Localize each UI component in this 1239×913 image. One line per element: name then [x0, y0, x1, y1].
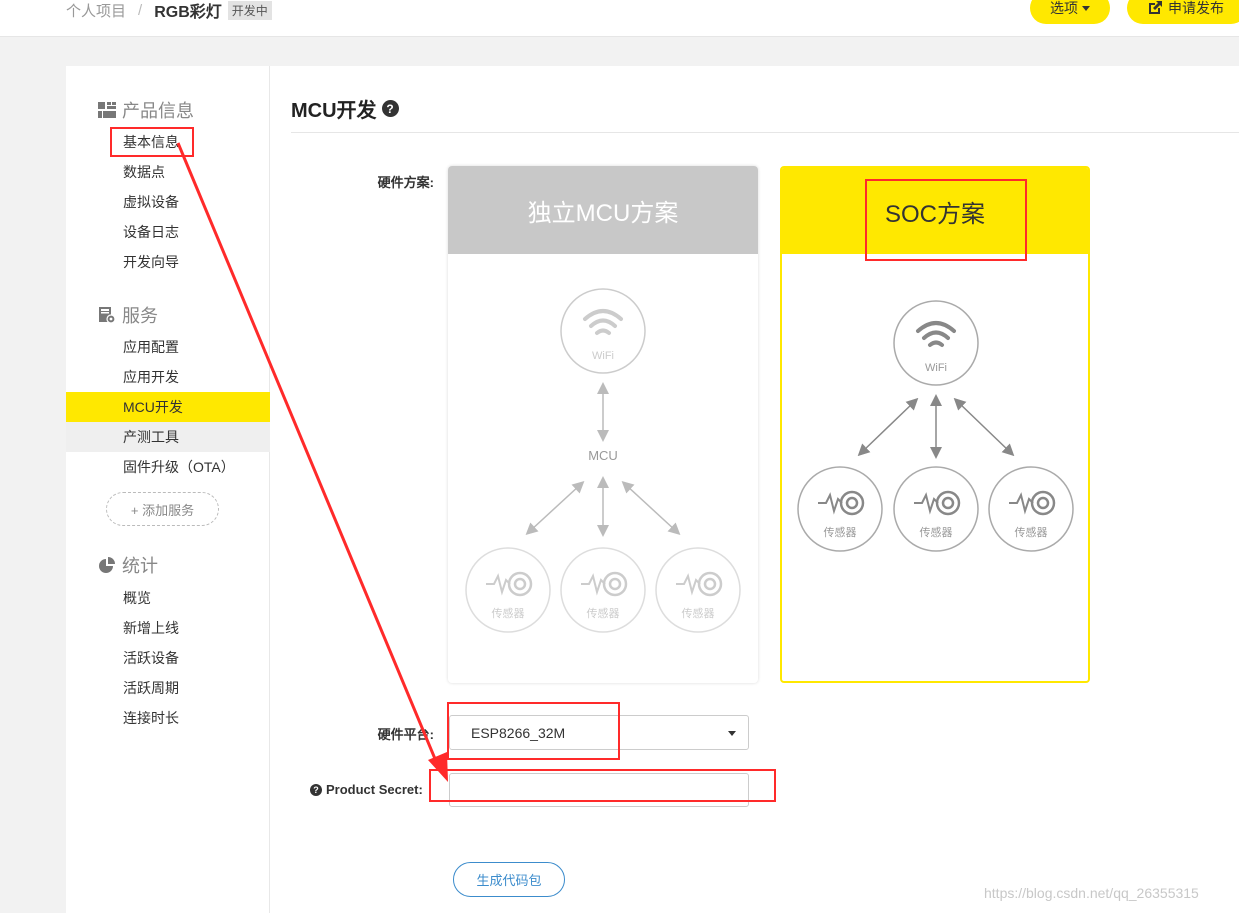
sidebar-item-active-devices[interactable]: 活跃设备: [66, 643, 270, 673]
sidebar-item-app-config[interactable]: 应用配置: [66, 332, 270, 362]
watermark: https://blog.csdn.net/qq_26355315: [984, 885, 1199, 901]
breadcrumb-project: RGB彩灯: [154, 4, 222, 21]
secret-label-wrap: ? Product Secret:: [310, 782, 423, 797]
status-badge: 开发中: [227, 0, 272, 20]
sidebar-item-device-log[interactable]: 设备日志: [66, 217, 270, 247]
help-icon[interactable]: ?: [310, 783, 322, 796]
section-product-info: 产品信息: [98, 97, 194, 123]
caret-down-icon: [728, 731, 736, 736]
scheme-card-mcu[interactable]: 独立MCU方案 WiFi MCU 传感器 传感器 传感器: [448, 166, 758, 683]
sensor-label: 传感器: [492, 607, 525, 620]
external-link-icon: [1149, 1, 1162, 14]
sidebar-item-overview[interactable]: 概览: [66, 583, 270, 613]
add-service-button[interactable]: + 添加服务: [106, 492, 219, 526]
breadcrumb-separator: /: [138, 1, 143, 19]
sidebar-item-connect-duration[interactable]: 连接时长: [66, 703, 270, 733]
help-icon[interactable]: ?: [381, 100, 399, 117]
wifi-label: WiFi: [592, 350, 614, 362]
generate-code-button[interactable]: 生成代码包: [453, 862, 565, 897]
options-button[interactable]: 选项: [1030, 0, 1110, 24]
grid-icon: [98, 102, 116, 118]
breadcrumb: 个人项目 / RGB彩灯 开发中: [66, 0, 272, 21]
sidebar-item-virtual-device[interactable]: 虚拟设备: [66, 187, 270, 217]
title-divider: [291, 132, 1239, 133]
pie-chart-icon: [99, 557, 115, 573]
caret-down-icon: [1082, 5, 1090, 11]
sensor-label: 传感器: [824, 526, 857, 539]
sidebar: 产品信息 基本信息 数据点 虚拟设备 设备日志 开发向导 服务 应用配置 应用开…: [66, 66, 270, 913]
sidebar-item-active-period[interactable]: 活跃周期: [66, 673, 270, 703]
section-title: 服务: [122, 306, 158, 326]
sidebar-item-new-online[interactable]: 新增上线: [66, 613, 270, 643]
sensor-label: 传感器: [682, 607, 715, 620]
annotation-box-platform: [447, 702, 620, 760]
annotation-box-secret: [429, 769, 776, 802]
service-icon: [99, 307, 116, 324]
section-title: 统计: [122, 556, 158, 576]
section-title: 产品信息: [122, 101, 194, 121]
section-services: 服务: [98, 302, 158, 328]
platform-label: 硬件平台:: [377, 727, 434, 742]
sidebar-item-app-dev[interactable]: 应用开发: [66, 362, 270, 392]
publish-button[interactable]: 申请发布: [1127, 0, 1239, 24]
hardware-scheme-label: 硬件方案:: [377, 175, 434, 190]
options-label: 选项: [1050, 0, 1078, 16]
sidebar-item-ota[interactable]: 固件升级（OTA）: [66, 452, 270, 482]
sidebar-item-dev-guide[interactable]: 开发向导: [66, 247, 270, 277]
wifi-label: WiFi: [925, 362, 947, 374]
annotation-box-basic-info: [110, 127, 194, 157]
sensor-label: 传感器: [920, 526, 953, 539]
sensor-label: 传感器: [587, 607, 620, 620]
page-title: MCU开发 ?: [291, 94, 399, 123]
sensor-label: 传感器: [1015, 526, 1048, 539]
sidebar-item-mcu-dev[interactable]: MCU开发: [66, 392, 270, 422]
sidebar-item-datapoints[interactable]: 数据点: [66, 157, 270, 187]
top-bar: 个人项目 / RGB彩灯 开发中 选项 申请发布: [0, 0, 1239, 37]
breadcrumb-root[interactable]: 个人项目: [66, 0, 126, 21]
section-statistics: 统计: [98, 552, 158, 578]
mcu-label: MCU: [588, 448, 618, 463]
publish-label: 申请发布: [1168, 0, 1224, 16]
secret-label: Product Secret:: [326, 782, 423, 797]
sidebar-item-test-tool[interactable]: 产测工具: [66, 422, 270, 452]
annotation-box-soc: [865, 179, 1027, 261]
mcu-diagram: WiFi MCU 传感器 传感器 传感器: [465, 288, 741, 633]
